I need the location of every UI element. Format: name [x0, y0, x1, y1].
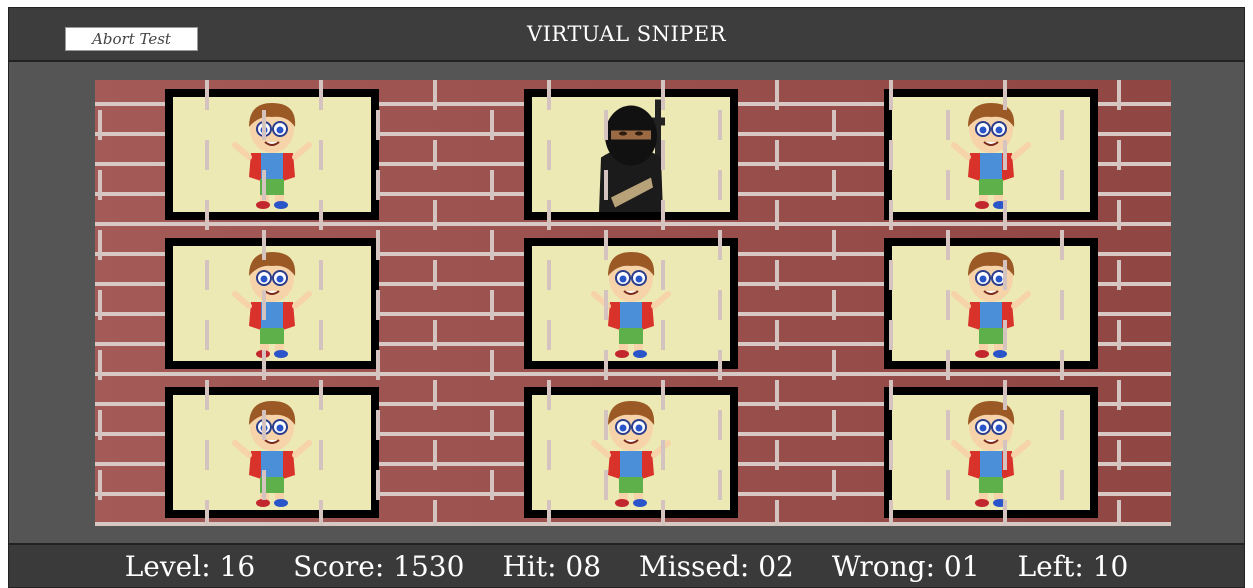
- brick-wall-board: [95, 80, 1171, 526]
- brick-row: [95, 410, 1171, 440]
- brick-row: [95, 110, 1171, 140]
- brick-row: [95, 320, 1171, 350]
- game-title: VIRTUAL SNIPER: [526, 22, 727, 46]
- left-stat: Left: 10: [1017, 549, 1129, 583]
- brick-row: [95, 80, 1171, 110]
- brick-row: [95, 140, 1171, 170]
- level-stat: Level: 16: [124, 549, 256, 583]
- brick-row: [95, 500, 1171, 526]
- status-bar: Level: 16 Score: 1530 Hit: 08 Missed: 02…: [9, 543, 1244, 587]
- score-stat: Score: 1530: [293, 549, 465, 583]
- title-bar: Abort Test VIRTUAL SNIPER: [9, 8, 1244, 62]
- brick-row: [95, 170, 1171, 200]
- missed-stat: Missed: 02: [639, 549, 794, 583]
- brick-row: [95, 440, 1171, 470]
- brick-row: [95, 200, 1171, 230]
- brick-row: [95, 230, 1171, 260]
- brick-row: [95, 380, 1171, 410]
- brick-row: [95, 350, 1171, 380]
- brick-row: [95, 260, 1171, 290]
- brick-row: [95, 290, 1171, 320]
- game-window: Abort Test VIRTUAL SNIPER Level: 16 Scor…: [8, 7, 1245, 588]
- brick-row: [95, 470, 1171, 500]
- wrong-stat: Wrong: 01: [831, 549, 980, 583]
- hit-stat: Hit: 08: [502, 549, 602, 583]
